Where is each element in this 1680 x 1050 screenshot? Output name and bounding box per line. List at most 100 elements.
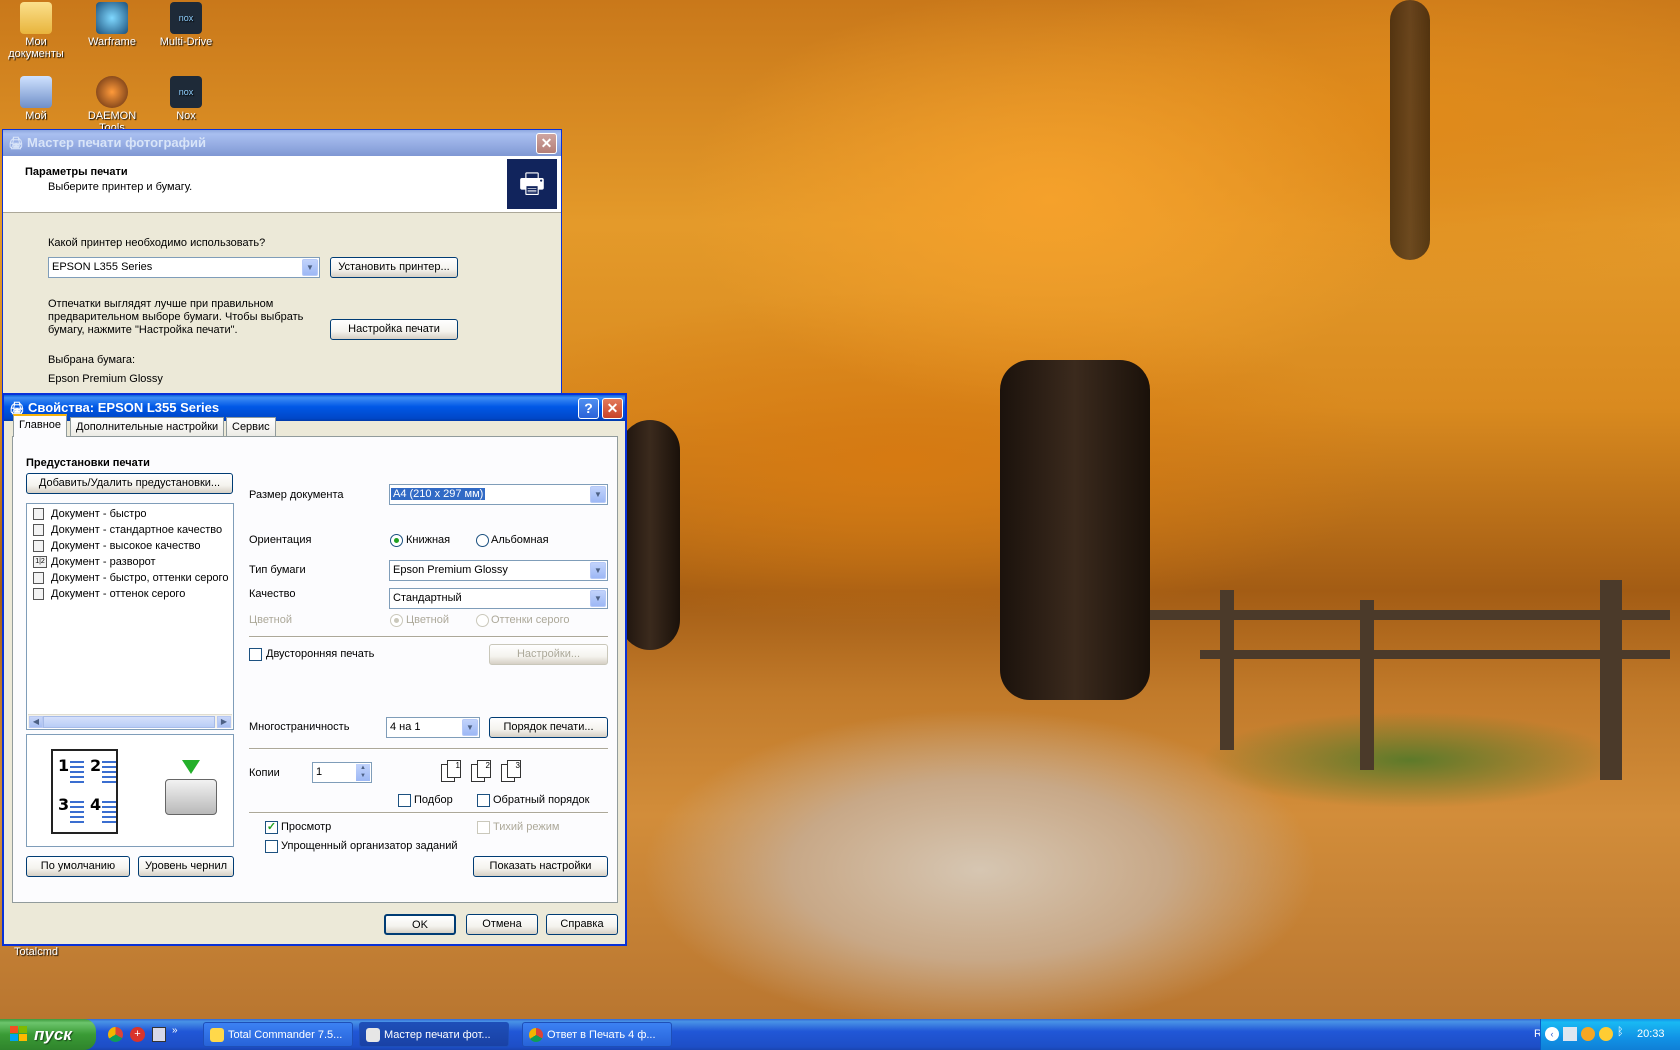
presets-list[interactable]: Документ - быстро Документ - стандартное… — [26, 503, 234, 730]
wizard-title: Мастер печати фотографий — [27, 135, 207, 150]
tray-arrow-icon[interactable]: ‹ — [1545, 1027, 1559, 1041]
scrollbar-thumb[interactable] — [43, 716, 215, 728]
list-item[interactable]: Документ - быстро, оттенки серого — [27, 570, 233, 586]
chrome-icon[interactable] — [108, 1027, 123, 1042]
wizard-titlebar[interactable]: 🖨 Мастер печати фотографий ✕ — [3, 130, 561, 156]
chevron-down-icon[interactable]: ▼ — [590, 562, 606, 579]
multipage-label: Многостраничность — [249, 721, 350, 733]
collate-checkbox[interactable] — [398, 794, 411, 807]
chevron-down-icon[interactable]: ▼ — [590, 590, 606, 607]
paper-hint-line-3: бумагу, нажмите "Настройка печати". — [48, 324, 238, 336]
ink-levels-button[interactable]: Уровень чернил — [138, 856, 234, 877]
total-commander-icon — [210, 1028, 224, 1042]
list-item[interactable]: Документ - стандартное качество — [27, 522, 233, 538]
printer-tray-icon[interactable] — [1563, 1027, 1577, 1041]
preview-label[interactable]: Просмотр — [281, 821, 331, 833]
clock[interactable]: 20:33 — [1637, 1028, 1665, 1040]
add-remove-presets-button[interactable]: Добавить/Удалить предустановки... — [26, 473, 233, 494]
chevron-down-icon[interactable]: ▼ — [590, 486, 606, 503]
color-option-label: Цветной — [406, 614, 449, 626]
warframe-icon — [96, 2, 128, 34]
chevron-right-icon[interactable]: » — [172, 1025, 178, 1036]
paper-hint-line-2: предварительном выборе бумаги. Чтобы выб… — [48, 311, 304, 323]
duplex-label[interactable]: Двусторонняя печать — [266, 648, 374, 660]
wizard-header: Параметры печати Выберите принтер и бума… — [3, 156, 561, 213]
add-icon[interactable]: + — [130, 1027, 145, 1042]
scroll-right-icon[interactable]: ▶ — [217, 716, 231, 728]
list-item[interactable]: Документ - оттенок серого — [27, 586, 233, 602]
layout-preview: 1 2 3 4 — [26, 734, 234, 847]
job-arranger-label[interactable]: Упрощенный организатор заданий — [281, 840, 458, 852]
desktop-icon-daemon-tools[interactable]: DAEMON Tools — [76, 76, 148, 134]
print-setup-button[interactable]: Настройка печати — [330, 319, 458, 340]
printer-select[interactable]: EPSON L355 Series ▼ — [48, 257, 320, 278]
disk-icon[interactable] — [152, 1027, 166, 1042]
collate-label[interactable]: Подбор — [414, 794, 453, 806]
paper-type-select[interactable]: Epson Premium Glossy ▼ — [389, 560, 608, 581]
doc-size-select[interactable]: A4 (210 x 297 мм) ▼ — [389, 484, 608, 505]
bluetooth-icon[interactable]: ᛒ — [1617, 1026, 1629, 1042]
tab-service[interactable]: Сервис — [226, 417, 276, 436]
document-icon — [33, 508, 44, 520]
taskbar-item-photo-wizard[interactable]: Мастер печати фот... — [359, 1022, 509, 1047]
taskbar-item-total-commander[interactable]: Total Commander 7.5... — [203, 1022, 353, 1047]
horizontal-scrollbar[interactable]: ◀ ▶ — [28, 714, 232, 728]
close-icon[interactable]: ✕ — [602, 398, 623, 419]
quiet-mode-checkbox[interactable] — [477, 821, 490, 834]
help-button[interactable]: Справка — [546, 914, 618, 935]
duplex-settings-button[interactable]: Настройки... — [489, 644, 608, 665]
multipage-select[interactable]: 4 на 1 ▼ — [386, 717, 480, 738]
preview-checkbox[interactable]: ✓ — [265, 821, 278, 834]
ok-button[interactable]: OK — [384, 914, 456, 935]
taskbar-item-chrome[interactable]: Ответ в Печать 4 ф... — [522, 1022, 672, 1047]
desktop-icon-nox[interactable]: nox Nox — [150, 76, 222, 122]
desktop-icon-multi-drive[interactable]: nox Multi-Drive — [150, 2, 222, 48]
quality-select[interactable]: Стандартный ▼ — [389, 588, 608, 609]
desktop-icon-my-documents[interactable]: Мои документы — [0, 2, 72, 60]
default-button[interactable]: По умолчанию — [26, 856, 130, 877]
printer-properties-window: 🖨 Свойства: EPSON L355 Series ? ✕ Главно… — [2, 393, 627, 946]
install-printer-button[interactable]: Установить принтер... — [330, 257, 458, 278]
collate-pages-icon: 1 2 3 — [441, 760, 529, 782]
network-tray-icon[interactable] — [1581, 1027, 1595, 1041]
print-order-button[interactable]: Порядок печати... — [489, 717, 608, 738]
job-arranger-checkbox[interactable] — [265, 840, 278, 853]
wizard-header-title: Параметры печати — [25, 166, 128, 178]
duplex-checkbox[interactable] — [249, 648, 262, 661]
portrait-radio[interactable] — [390, 534, 403, 547]
help-icon[interactable]: ? — [578, 398, 599, 419]
reverse-order-label[interactable]: Обратный порядок — [493, 794, 589, 806]
spin-arrows-icon[interactable]: ▲ ▼ — [356, 764, 370, 781]
portrait-label[interactable]: Книжная — [406, 534, 450, 546]
system-tray: ‹ ᛒ 20:33 — [1540, 1019, 1680, 1050]
list-item[interactable]: Документ - высокое качество — [27, 538, 233, 554]
show-settings-button[interactable]: Показать настройки — [473, 856, 608, 877]
chevron-down-icon[interactable]: ▼ — [302, 259, 318, 276]
color-radio[interactable] — [390, 614, 403, 627]
desktop-icon-warframe[interactable]: Warframe — [76, 2, 148, 48]
main-tab-panel: Предустановки печати Добавить/Удалить пр… — [12, 436, 618, 903]
scroll-left-icon[interactable]: ◀ — [29, 716, 43, 728]
desktop-icon-my-computer[interactable]: Мой — [0, 76, 72, 122]
tab-main[interactable]: Главное — [13, 414, 68, 437]
list-item[interactable]: 1|2 Документ - разворот — [27, 554, 233, 570]
reverse-order-checkbox[interactable] — [477, 794, 490, 807]
tab-advanced[interactable]: Дополнительные настройки — [70, 417, 225, 436]
grayscale-radio[interactable] — [476, 614, 489, 627]
divider — [249, 748, 608, 750]
copies-stepper[interactable]: 1 ▲ ▼ — [312, 762, 372, 783]
desktop-icon-totalcmd[interactable]: Totalcmd — [0, 946, 72, 958]
doc-size-label: Размер документа — [249, 489, 344, 501]
cancel-button[interactable]: Отмена — [466, 914, 538, 935]
close-icon[interactable]: ✕ — [536, 133, 557, 154]
selected-paper-value: Epson Premium Glossy — [48, 373, 163, 385]
document-icon — [33, 588, 44, 600]
landscape-radio[interactable] — [476, 534, 489, 547]
list-item[interactable]: Документ - быстро — [27, 506, 233, 522]
printer-wizard-logo-icon: 🖶 — [507, 159, 557, 209]
chevron-down-icon[interactable]: ▼ — [462, 719, 478, 736]
quality-label: Качество — [249, 588, 296, 600]
landscape-label[interactable]: Альбомная — [491, 534, 549, 546]
shield-tray-icon[interactable] — [1599, 1027, 1613, 1041]
start-button[interactable]: пуск — [0, 1019, 96, 1050]
